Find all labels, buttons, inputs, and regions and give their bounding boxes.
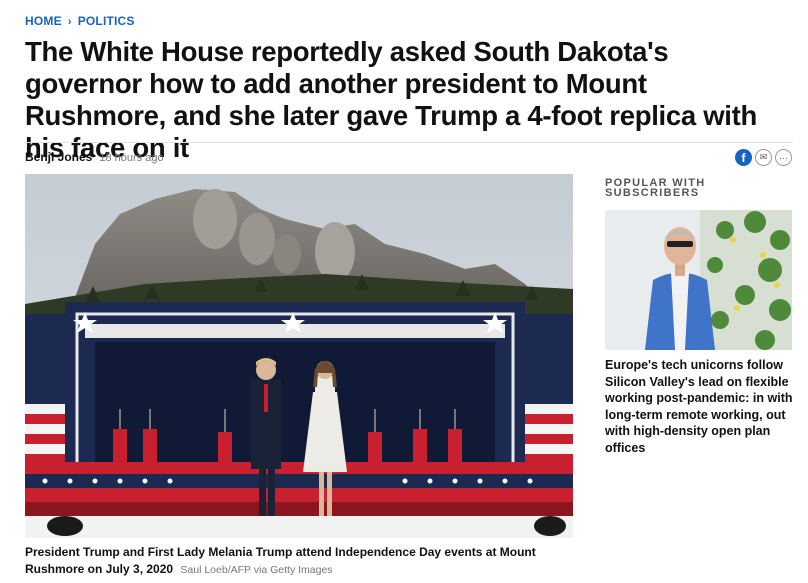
byline-divider (25, 142, 793, 143)
author-link[interactable]: Benji Jones (25, 150, 92, 164)
photo-credit: Saul Loeb/AFP via Getty Images (180, 564, 333, 576)
sidebar-item-thumbnail[interactable] (605, 210, 792, 350)
breadcrumb-home-link[interactable]: HOME (25, 14, 62, 28)
breadcrumb-section-link[interactable]: POLITICS (78, 14, 135, 28)
article-headline: The White House reportedly asked South D… (25, 36, 757, 163)
timestamp: 18 hours ago (99, 152, 164, 164)
facebook-icon[interactable]: f (735, 149, 752, 166)
sidebar-heading: POPULAR WITH SUBSCRIBERS (605, 177, 706, 199)
sidebar-photo (605, 210, 792, 350)
hero-photo (25, 174, 573, 538)
breadcrumb: HOME › POLITICS (25, 14, 135, 28)
email-icon[interactable]: ✉ (755, 149, 772, 166)
hero-image[interactable] (25, 174, 573, 538)
share-bar: f ✉ ··· (735, 149, 792, 166)
more-icon[interactable]: ··· (775, 149, 792, 166)
sidebar-item-title[interactable]: Europe's tech unicorns follow Silicon Va… (605, 357, 793, 456)
byline: Benji Jones 18 hours ago (25, 150, 164, 164)
image-caption: President Trump and First Lady Melania T… (25, 544, 585, 579)
chevron-right-icon: › (67, 16, 72, 28)
